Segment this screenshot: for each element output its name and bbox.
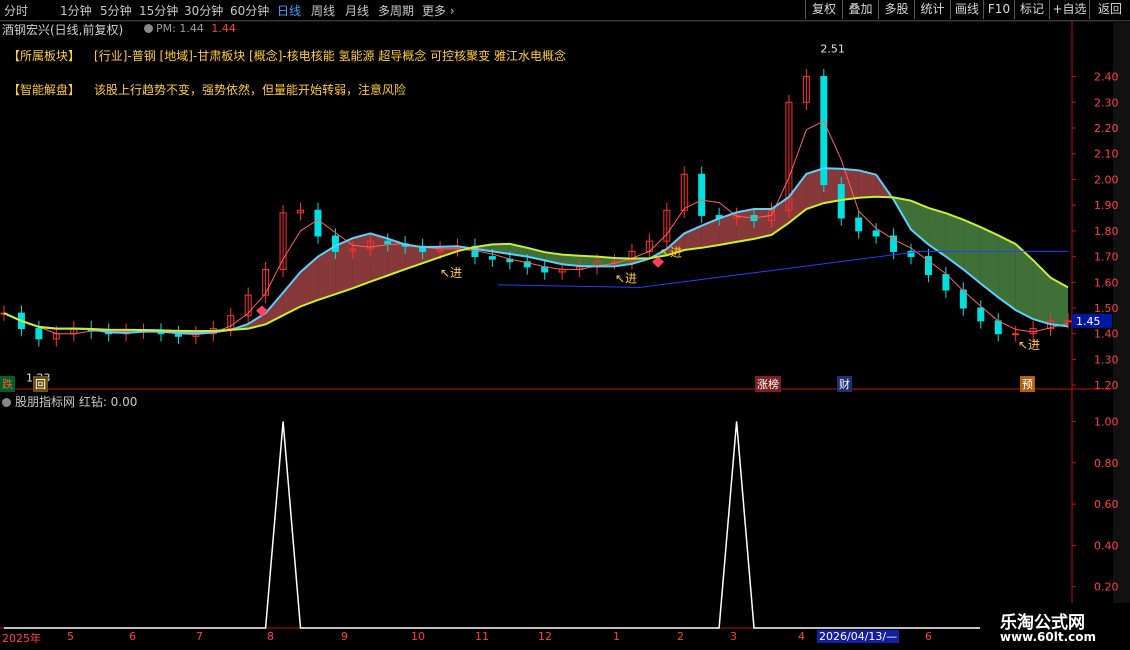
ma-cloud	[928, 207, 946, 257]
ma-cloud	[945, 213, 964, 270]
candle-body	[698, 173, 706, 216]
candle-body	[872, 230, 880, 237]
candle-body	[314, 209, 322, 237]
time-label: 5	[67, 630, 74, 643]
sub-chart-title-text: 股朋指标网 红钻: 0.00	[15, 395, 138, 409]
sub-tick-label: 0.60	[1094, 498, 1119, 511]
high-price-label: 2.51	[820, 42, 845, 55]
price-tick-label: 1.60	[1094, 276, 1119, 289]
price-tick-label: 2.30	[1094, 96, 1119, 109]
cursor-date-label: 2026/04/13/—	[817, 630, 900, 643]
price-tick-label: 2.00	[1094, 173, 1119, 186]
red-diamond-line	[4, 421, 1068, 629]
sub-tick-label: 0.80	[1094, 457, 1119, 470]
sub-chart-toggle-icon[interactable]	[2, 398, 11, 407]
time-label: 9	[341, 630, 348, 643]
price-tick-label: 1.30	[1094, 353, 1119, 366]
time-label: 7	[196, 630, 203, 643]
time-label-year: 2025年	[2, 632, 41, 645]
time-label: 4	[798, 630, 805, 643]
badge-forecast[interactable]: 预	[1020, 376, 1035, 392]
ma-cloud	[736, 209, 755, 242]
time-label: 10	[411, 630, 425, 643]
current-price-label: 1.45	[1076, 315, 1101, 328]
price-tick-label: 1.70	[1094, 251, 1119, 264]
price-tick-label: 1.50	[1094, 302, 1119, 315]
sub-tick-label: 0.40	[1094, 539, 1119, 552]
time-label: 3	[730, 630, 737, 643]
sub-tick-label: 1.00	[1094, 416, 1119, 429]
buy-signal-label: ↖进	[615, 271, 637, 285]
price-tick-label: 1.20	[1094, 379, 1119, 392]
candle-body	[855, 217, 863, 232]
badge-fall[interactable]: 跌	[0, 376, 15, 392]
buy-signal-label: ↖进	[660, 246, 682, 260]
ma-cloud	[1015, 244, 1034, 320]
watermark-url: www.60lt.com	[1000, 630, 1097, 644]
price-tick-label: 1.40	[1094, 328, 1119, 341]
badge-limit-up[interactable]: 涨榜	[755, 376, 781, 392]
badge-return[interactable]: 回	[33, 376, 48, 392]
price-tick-label: 1.80	[1094, 225, 1119, 238]
ma-short-line	[3, 120, 1069, 336]
candle-body	[1064, 320, 1072, 323]
candle-body	[994, 320, 1002, 335]
buy-signal-label: ↖进	[440, 266, 462, 280]
sub-indicator-chart: 1.00 0.80 0.60 0.40 0.20	[4, 416, 1119, 629]
time-label: 6	[925, 630, 932, 643]
candle-body	[384, 240, 392, 245]
candle-body	[331, 235, 339, 252]
main-price-chart: 2.511.23↖进↖进↖进↖进	[0, 42, 1072, 384]
time-label: 6	[129, 630, 136, 643]
price-tick-label: 2.20	[1094, 122, 1119, 135]
candle-body	[35, 328, 43, 340]
time-label: 12	[538, 630, 552, 643]
candle-body	[977, 307, 985, 322]
price-tick-label: 1.90	[1094, 199, 1119, 212]
time-label: 1	[613, 630, 620, 643]
candle-body	[488, 256, 496, 260]
sub-tick-label: 0.20	[1094, 581, 1119, 594]
badge-finance[interactable]: 财	[837, 376, 852, 392]
price-tick-label: 2.40	[1094, 71, 1119, 84]
time-label: 2	[677, 630, 684, 643]
price-tick-label: 2.10	[1094, 148, 1119, 161]
time-label: 11	[475, 630, 489, 643]
candle-body	[1012, 333, 1020, 336]
time-label: 8	[267, 630, 274, 643]
sub-chart-title: 股朋指标网 红钻: 0.00	[2, 393, 137, 410]
buy-signal-label: ↖进	[1018, 338, 1040, 352]
candle-body	[942, 274, 950, 291]
time-axis: 2025年 5 6 7 8 9 10 11 12 1 2 3 4 2026/04…	[0, 630, 1000, 650]
price-axis: 2.40 2.30 2.20 2.10 2.00 1.90 1.80 1.70 1.60 1.50…	[1072, 71, 1119, 392]
chart-canvas[interactable]: 2.511.23↖进↖进↖进↖进 1.000.800.600.400.20 2.…	[0, 0, 1130, 650]
